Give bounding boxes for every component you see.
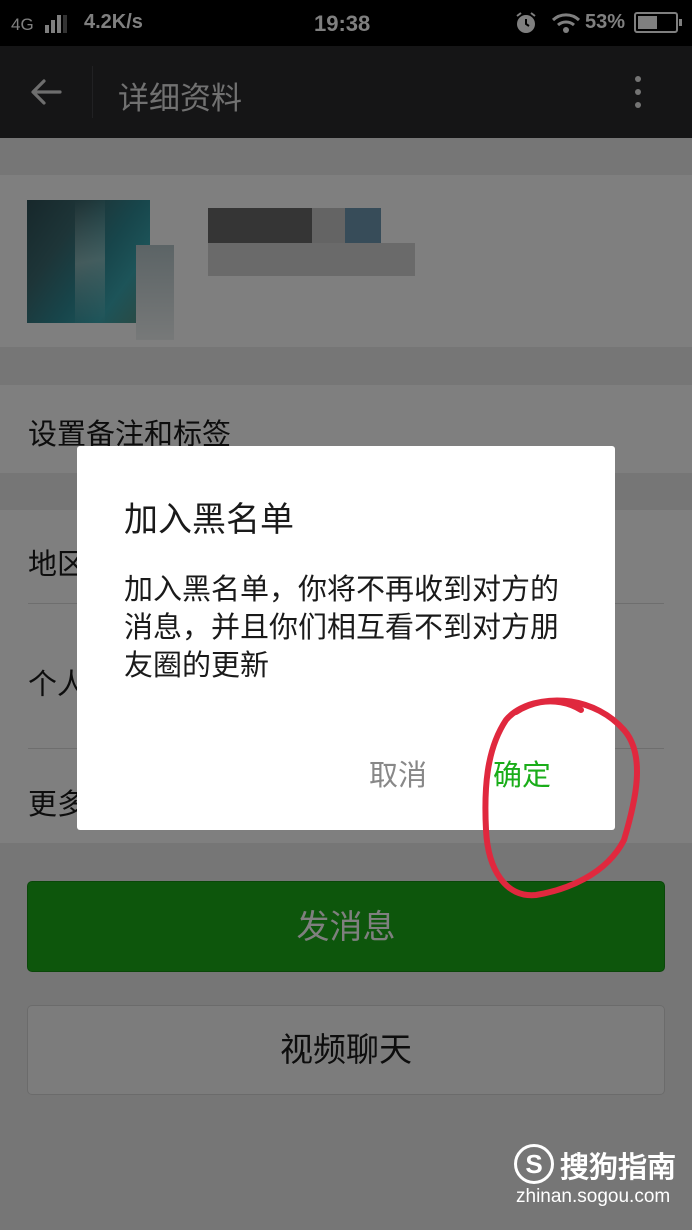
cancel-button[interactable]: 取消 bbox=[369, 752, 427, 794]
confirm-button[interactable]: 确定 bbox=[493, 752, 551, 794]
sogou-logo-icon: S bbox=[514, 1144, 554, 1184]
dialog-title: 加入黑名单 bbox=[124, 500, 294, 540]
dialog-message: 加入黑名单，你将不再收到对方的消息，并且你们相互看不到对方朋友圈的更新 bbox=[124, 572, 560, 682]
blacklist-dialog: 加入黑名单 加入黑名单，你将不再收到对方的消息，并且你们相互看不到对方朋友圈的更… bbox=[77, 446, 615, 830]
watermark-url: zhinan.sogou.com bbox=[516, 1186, 671, 1207]
watermark-brand: 搜狗指南 bbox=[560, 1150, 677, 1184]
